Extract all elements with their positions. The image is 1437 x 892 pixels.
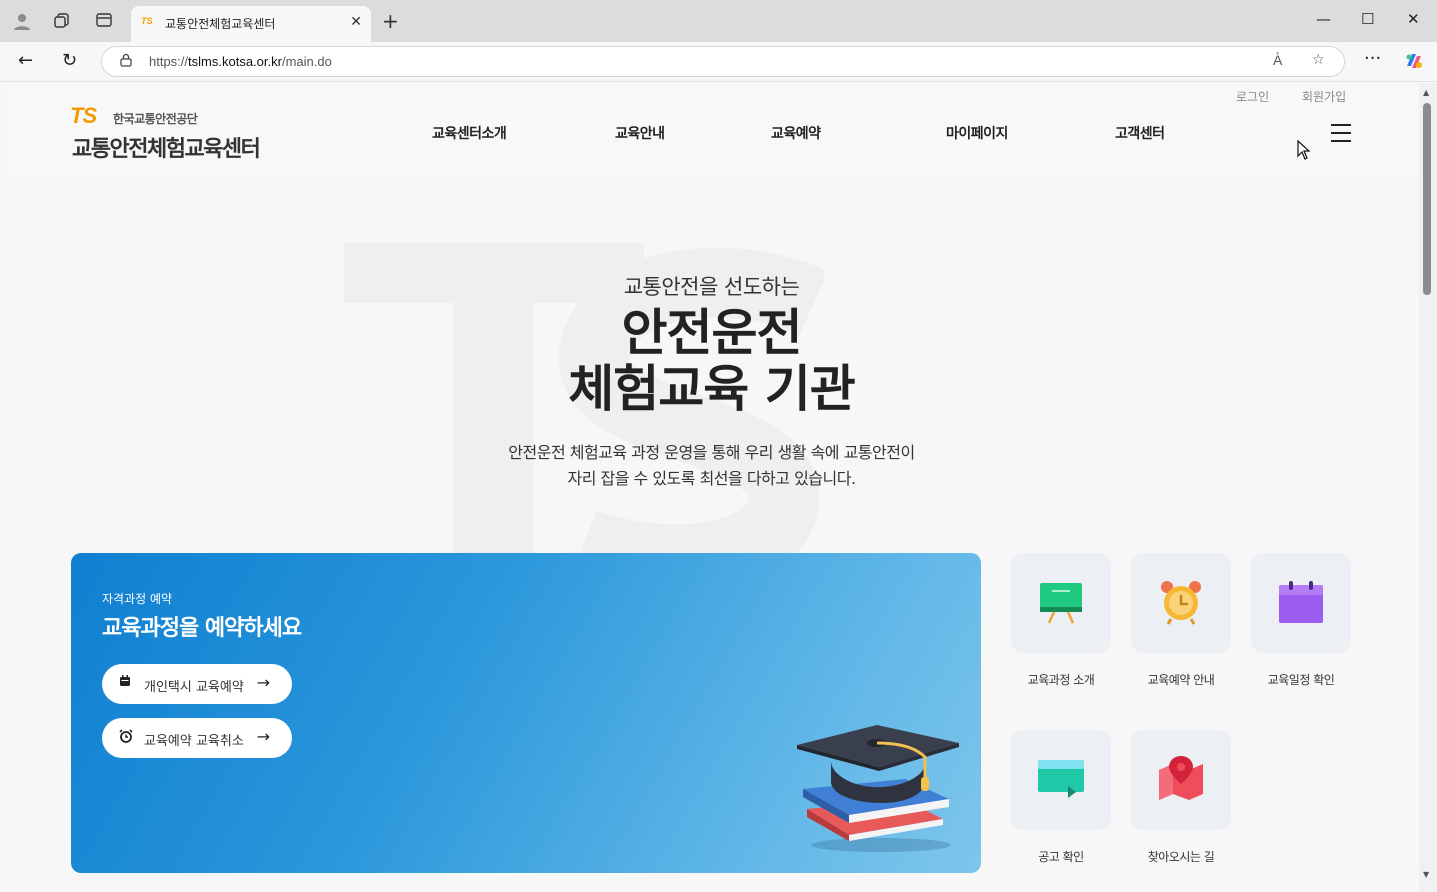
profile-icon[interactable]	[12, 11, 32, 31]
reserve-cancel-label: 교육예약 교육취소	[144, 734, 244, 749]
taxi-reserve-label: 개인택시 교육예약	[144, 680, 244, 695]
quick-menu-tile[interactable]	[1251, 553, 1351, 653]
quick-menu-label: 교육예약 안내	[1147, 673, 1215, 687]
hero-description: 안전운전 체험교육 과정 운영을 통해 우리 생활 속에 교통안전이 자리 잡을…	[4, 440, 1419, 492]
quick-menu-tile[interactable]	[1011, 730, 1111, 830]
alarm-icon	[119, 729, 133, 746]
mouse-cursor-icon	[1297, 139, 1311, 165]
signup-link[interactable]: 회원가입	[1302, 88, 1346, 105]
vertical-scrollbar[interactable]: ▲ ▼	[1419, 83, 1437, 892]
tab-title: 교통안전체험교육센터	[165, 17, 276, 31]
more-options-icon[interactable]: ···	[1364, 48, 1381, 69]
whiteboard-icon	[1040, 583, 1082, 624]
hamburger-menu-icon[interactable]	[1331, 124, 1351, 142]
login-link[interactable]: 로그인	[1236, 88, 1269, 105]
quick-menu-label: 교육과정 소개	[1027, 673, 1095, 687]
calendar-icon	[119, 675, 131, 690]
scroll-thumb[interactable]	[1423, 103, 1431, 295]
quick-menu-tile[interactable]	[1131, 730, 1231, 830]
address-bar[interactable]: https://tslms.kotsa.or.kr/main.do A͐ ☆	[101, 46, 1345, 77]
arrow-right-icon: →	[256, 673, 270, 692]
scroll-down-icon[interactable]: ▼	[1423, 870, 1429, 879]
new-tab-icon[interactable]: +	[382, 9, 399, 33]
hero-title: 안전운전 체험교육 기관	[4, 305, 1419, 417]
refresh-icon[interactable]: ↻	[62, 50, 77, 71]
quick-menu-label: 공고 확인	[1038, 850, 1084, 864]
page-viewport: TS 한국교통안전공단 교통안전체험교육센터 교육센터소개 교육안내 교육예약 …	[4, 83, 1419, 892]
monitor-icon	[1038, 760, 1084, 798]
scroll-up-icon[interactable]: ▲	[1423, 88, 1429, 97]
quick-menu-tile[interactable]	[1011, 553, 1111, 653]
hero-title-line2: 체험교육 기관	[568, 360, 855, 418]
reservation-banner: 자격과정 예약 교육과정을 예약하세요 개인택시 교육예약 → 교육예약 교육취…	[71, 553, 981, 873]
calendar-icon	[1279, 581, 1323, 623]
copilot-icon[interactable]	[1403, 50, 1425, 77]
browser-toolbar: ← ↻ https://tslms.kotsa.or.kr/main.do A͐…	[0, 42, 1437, 82]
back-icon[interactable]: ←	[18, 50, 33, 71]
logo-corp-name: 한국교통안전공단	[113, 112, 198, 126]
minimize-icon[interactable]: —	[1316, 10, 1331, 28]
window-close-icon[interactable]: ✕	[1407, 10, 1420, 28]
quick-menu-reserve-guide[interactable]: 교육예약 안내	[1131, 553, 1231, 688]
favorite-star-icon[interactable]: ☆	[1312, 52, 1325, 68]
quick-menu-schedule[interactable]: 교육일정 확인	[1251, 553, 1351, 688]
graduation-cap-books-illustration	[793, 723, 963, 853]
nav-item-edu-reserve[interactable]: 교육예약	[771, 123, 821, 143]
close-icon[interactable]: ✕	[350, 14, 362, 30]
collections-icon[interactable]	[52, 11, 72, 31]
quick-menu-course-intro[interactable]: 교육과정 소개	[1011, 553, 1111, 688]
banner-kicker: 자격과정 예약	[102, 592, 173, 606]
site-header: TS 한국교통안전공단 교통안전체험교육센터 교육센터소개 교육안내 교육예약 …	[4, 83, 1419, 175]
reserve-cancel-button[interactable]: 교육예약 교육취소 →	[102, 718, 292, 758]
alarm-clock-icon	[1161, 581, 1201, 625]
tab-actions-icon[interactable]	[94, 11, 114, 31]
read-aloud-icon[interactable]: A͐	[1273, 52, 1282, 69]
quick-menu-notice[interactable]: 공고 확인	[1011, 730, 1111, 865]
hero-title-line1: 안전운전	[621, 304, 803, 362]
taxi-reserve-button[interactable]: 개인택시 교육예약 →	[102, 664, 292, 704]
hero-desc-line2: 자리 잡을 수 있도록 최선을 다하고 있습니다.	[567, 469, 856, 488]
nav-item-edu-guide[interactable]: 교육안내	[615, 123, 665, 143]
lock-icon[interactable]	[120, 53, 132, 70]
quick-menu-directions[interactable]: 찾아오시는 길	[1131, 730, 1231, 865]
hero-subtitle: 교통안전을 선도하는	[623, 275, 800, 299]
nav-item-customer-center[interactable]: 고객센터	[1115, 123, 1165, 143]
logo-site-name[interactable]: 교통안전체험교육센터	[72, 131, 261, 163]
hero-desc-line1: 안전운전 체험교육 과정 운영을 통해 우리 생활 속에 교통안전이	[508, 443, 915, 462]
url-text: https://tslms.kotsa.or.kr/main.do	[149, 54, 332, 69]
quick-menu-label: 찾아오시는 길	[1147, 850, 1215, 864]
maximize-icon[interactable]: ☐	[1361, 10, 1374, 28]
map-pin-icon	[1159, 756, 1203, 800]
quick-menu-label: 교육일정 확인	[1267, 673, 1335, 687]
tab-active[interactable]: TS 교통안전체험교육센터 ✕	[131, 6, 371, 42]
site-favicon-icon: TS	[141, 16, 153, 26]
quick-menu-tile[interactable]	[1131, 553, 1231, 653]
nav-item-mypage[interactable]: 마이페이지	[946, 123, 1008, 143]
arrow-right-icon: →	[256, 727, 270, 746]
banner-title: 교육과정을 예약하세요	[102, 616, 302, 641]
nav-item-center-intro[interactable]: 교육센터소개	[432, 123, 507, 143]
browser-tabbar: TS 교통안전체험교육센터 ✕ + — ☐ ✕	[0, 0, 1437, 42]
ts-logo[interactable]: TS	[70, 103, 97, 129]
